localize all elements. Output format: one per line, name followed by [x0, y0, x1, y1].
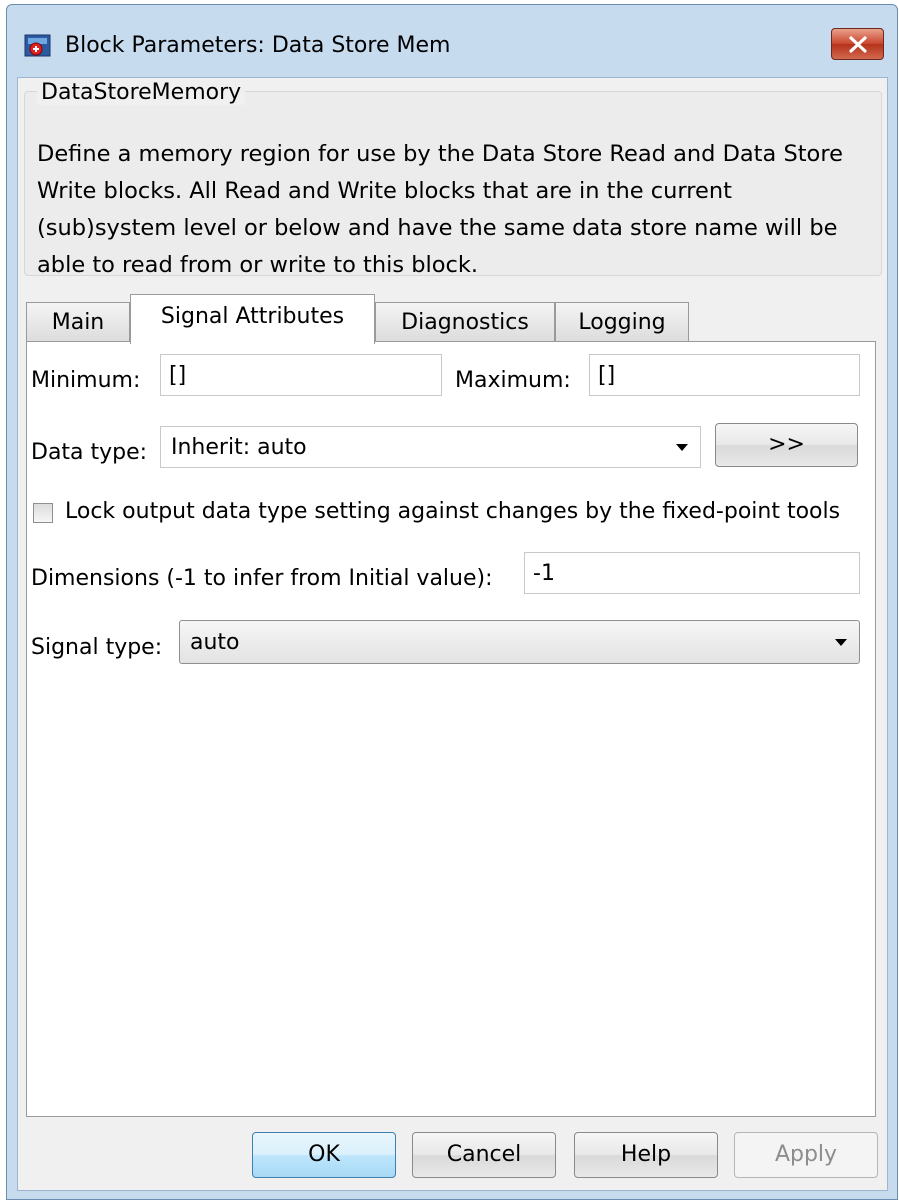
minimum-input[interactable]: [160, 354, 442, 396]
signal-type-label: Signal type:: [31, 635, 163, 660]
tab-signal-attributes[interactable]: Signal Attributes: [130, 294, 375, 344]
title-bar[interactable]: Block Parameters: Data Store Mem: [7, 5, 897, 77]
cancel-button[interactable]: Cancel: [412, 1132, 556, 1178]
block-description-group: DataStoreMemory Define a memory region f…: [24, 80, 882, 278]
maximum-input[interactable]: [589, 354, 860, 396]
lock-data-type-checkbox[interactable]: [33, 503, 53, 523]
dialog-client-area: DataStoreMemory Define a memory region f…: [17, 77, 888, 1191]
data-type-assistant-button[interactable]: >>: [715, 423, 858, 467]
data-type-value: Inherit: auto: [171, 435, 307, 460]
dimensions-label: Dimensions (-1 to infer from Initial val…: [31, 566, 493, 591]
data-type-select[interactable]: Inherit: auto: [160, 426, 701, 468]
minimum-label: Minimum:: [31, 368, 141, 393]
lock-data-type-label: Lock output data type setting against ch…: [65, 499, 841, 524]
apply-button[interactable]: Apply: [734, 1132, 878, 1178]
dialog-window: Block Parameters: Data Store Mem DataSto…: [6, 4, 898, 1200]
window-title: Block Parameters: Data Store Mem: [65, 33, 451, 58]
simulink-block-icon: [24, 32, 52, 58]
chevron-down-icon: [835, 639, 847, 646]
signal-attributes-panel: Minimum: Maximum: Data type: Inherit: au…: [26, 341, 876, 1117]
tab-main[interactable]: Main: [26, 302, 130, 342]
tab-diagnostics[interactable]: Diagnostics: [375, 302, 555, 342]
signal-type-select[interactable]: auto: [179, 620, 860, 664]
group-title: DataStoreMemory: [37, 80, 246, 105]
tab-logging[interactable]: Logging: [555, 302, 689, 342]
dimensions-input[interactable]: [524, 552, 860, 594]
maximum-label: Maximum:: [455, 368, 571, 393]
ok-button[interactable]: OK: [252, 1132, 396, 1178]
chevron-down-icon: [676, 444, 688, 451]
close-button[interactable]: [831, 28, 884, 60]
help-button[interactable]: Help: [574, 1132, 718, 1178]
close-icon: [849, 36, 867, 53]
block-description: Define a memory region for use by the Da…: [37, 141, 843, 278]
signal-type-value: auto: [190, 630, 240, 655]
tab-strip: Main Signal Attributes Diagnostics Loggi…: [26, 294, 884, 344]
data-type-label: Data type:: [31, 440, 148, 465]
